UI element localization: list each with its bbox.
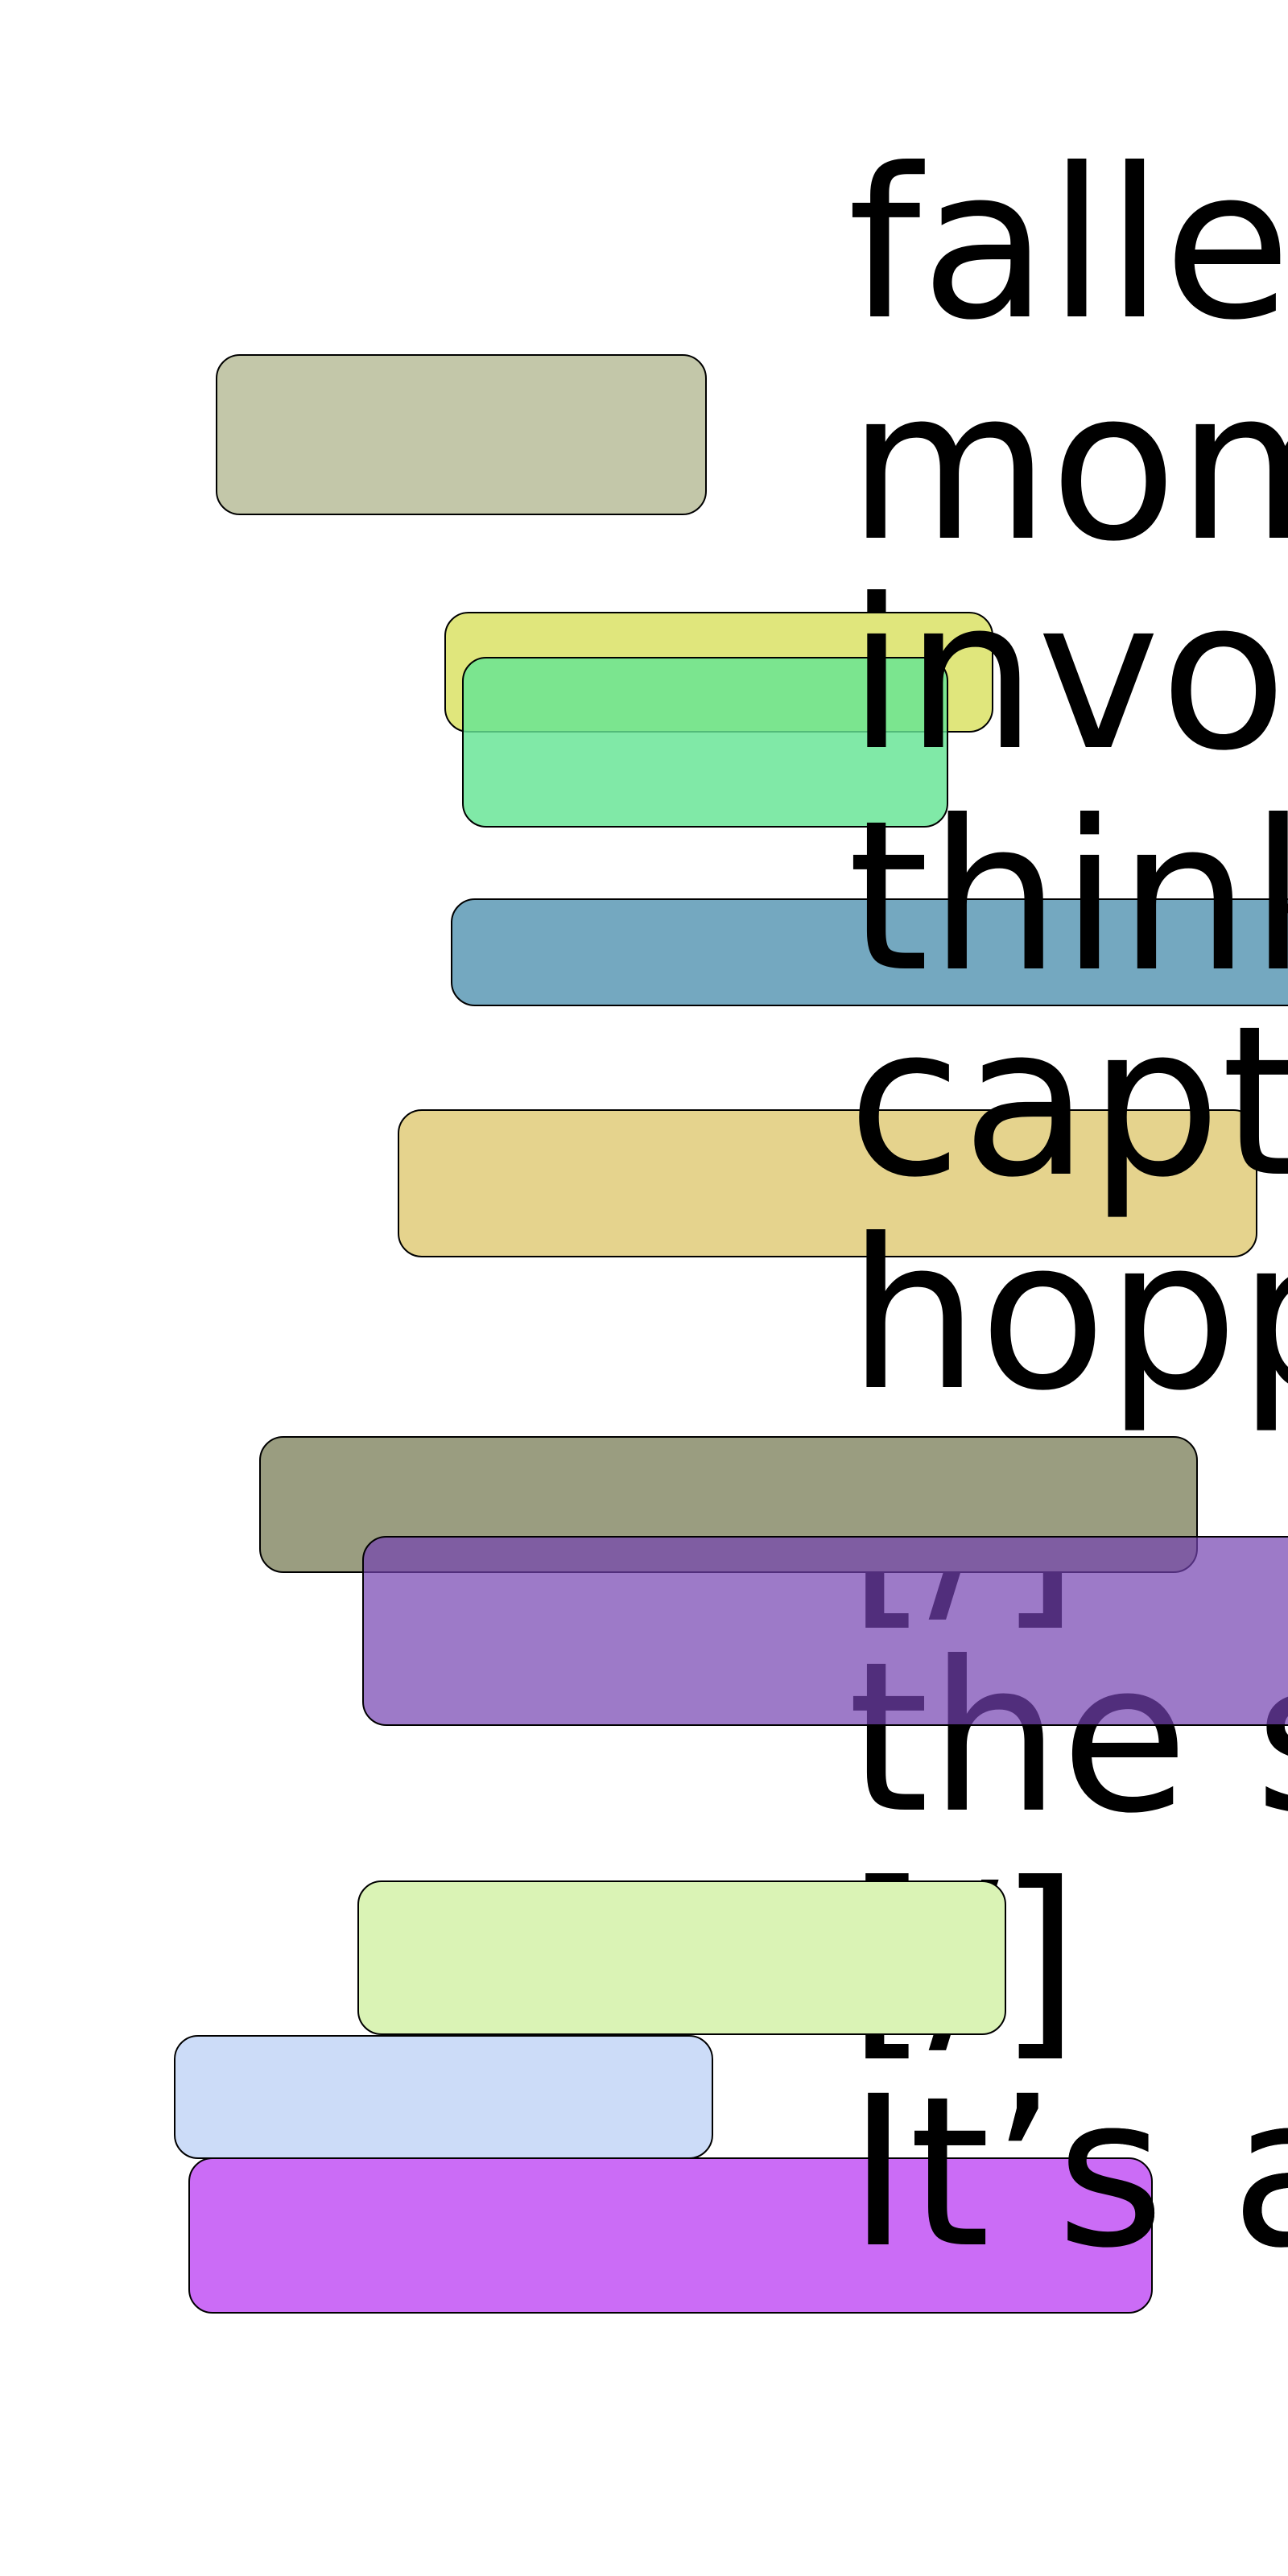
- word-think: think: [848, 776, 1288, 1018]
- word-mom: mom: [848, 345, 1288, 587]
- canvas: fallen mom involved think captain hoppin…: [0, 0, 1288, 2576]
- word-captain: captain: [848, 981, 1288, 1223]
- sage-block: [216, 354, 707, 515]
- purple-block: [362, 1536, 1288, 1726]
- lime-block: [357, 1880, 1006, 2035]
- periwinkle-block: [174, 2035, 713, 2159]
- word-hopping: hopping: [848, 1195, 1288, 1436]
- word-fallen: fallen: [848, 124, 1288, 365]
- word-its-a-overlay: It’s a: [848, 2052, 1288, 2293]
- word-involved: involved: [848, 555, 1288, 796]
